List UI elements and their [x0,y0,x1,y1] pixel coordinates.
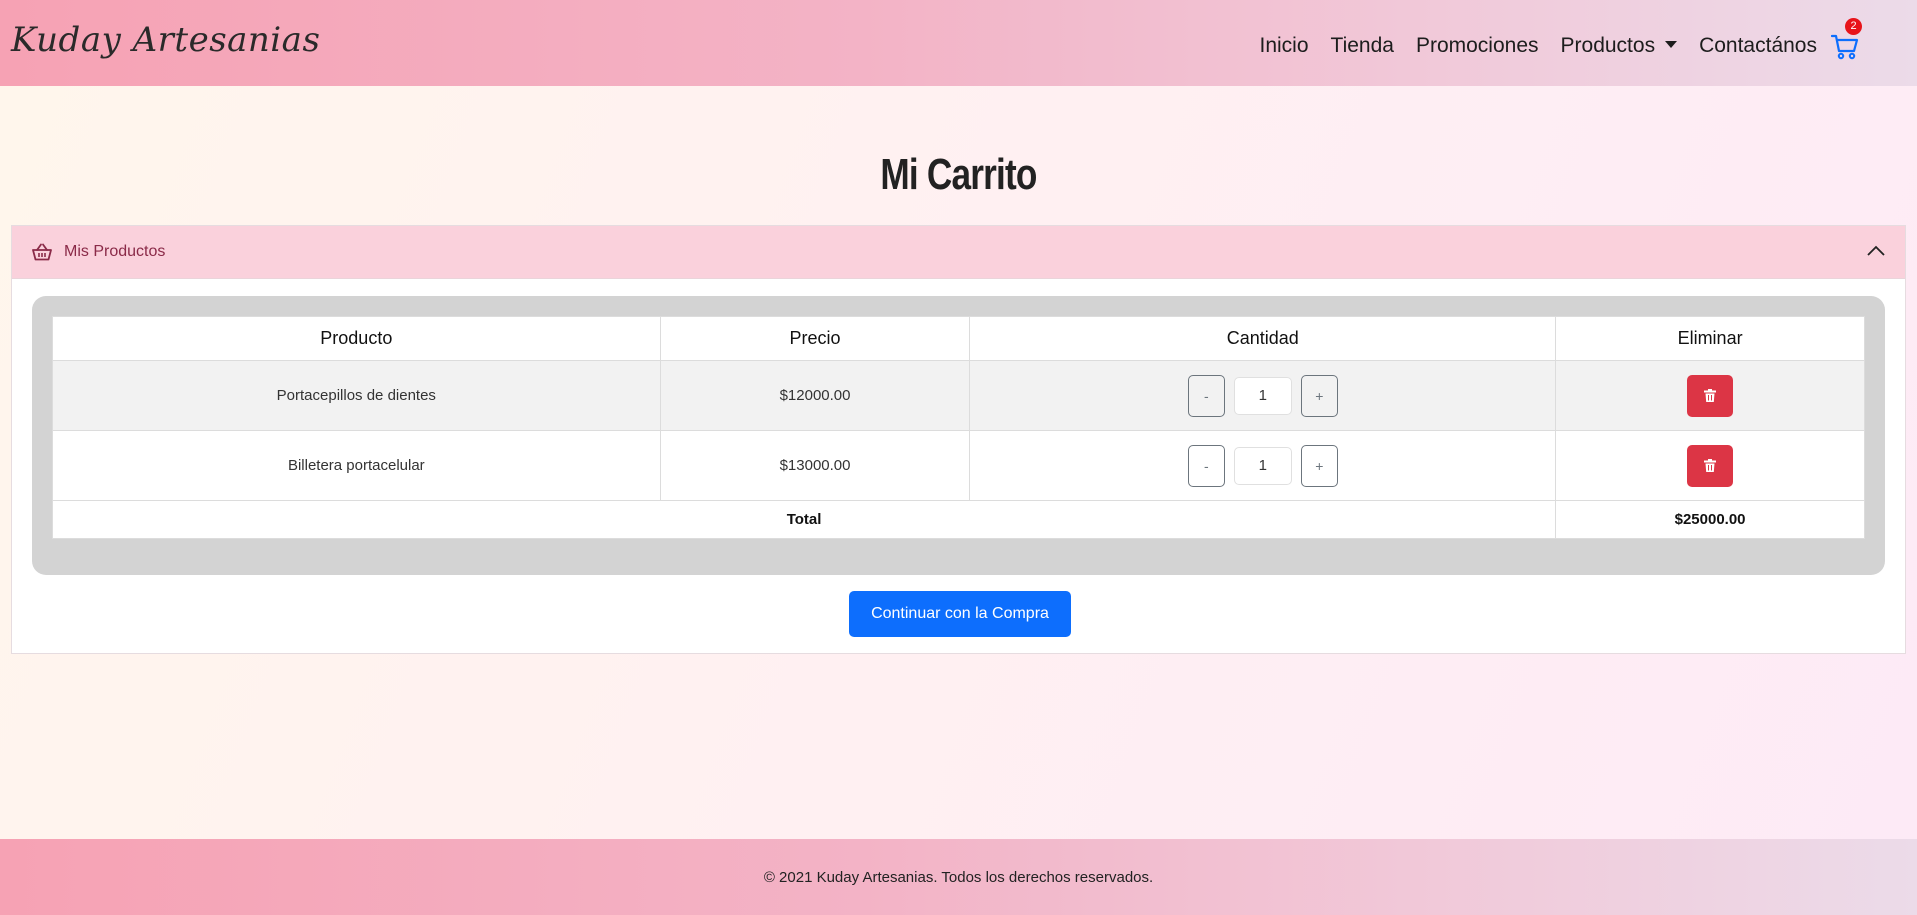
quantity-cell: - + [969,430,1557,501]
delete-cell [1555,360,1865,431]
trash-icon [1704,389,1717,402]
nav-link-promociones[interactable]: Promociones [1416,34,1539,58]
brand-logo[interactable]: Kuday Artesanias [11,20,320,60]
basket-icon [32,243,52,261]
nav-dropdown-productos[interactable]: Productos [1561,34,1678,58]
caret-down-icon [1665,40,1678,48]
quantity-cell: - + [969,360,1557,431]
table-total-row: Total $25000.00 [51,500,1865,539]
total-value: $25000.00 [1555,500,1865,539]
decrease-quantity-button[interactable]: - [1187,444,1225,487]
cart-count-badge: 2 [1845,18,1862,35]
nav-link-contactanos[interactable]: Contactános [1699,34,1817,58]
table-row: Portacepillos de dientes $12000.00 - + [52,360,1865,431]
product-name: Billetera portacelular [52,430,661,501]
total-label: Total [51,500,1557,539]
column-header-producto: Producto [52,316,661,361]
cart-table-container: Producto Precio Cantidad Eliminar Portac… [32,296,1885,575]
quantity-stepper: - + [1187,444,1338,487]
shopping-cart-icon[interactable] [1831,34,1859,60]
trash-icon [1704,459,1717,472]
product-price: $13000.00 [659,430,971,501]
quantity-stepper: - + [1187,374,1338,417]
product-price: $12000.00 [659,360,971,431]
table-row: Billetera portacelular $13000.00 - + [52,430,1865,501]
footer-copyright: © 2021 Kuday Artesanias. Todos los derec… [763,868,1154,886]
accordion-header-toggle[interactable]: Mis Productos [12,226,1905,279]
footer: © 2021 Kuday Artesanias. Todos los derec… [0,839,1917,915]
decrease-quantity-button[interactable]: - [1187,374,1225,417]
column-header-cantidad: Cantidad [969,316,1557,361]
navbar: Kuday Artesanias Inicio Tienda Promocion… [0,0,1917,86]
nav-link-inicio[interactable]: Inicio [1259,34,1308,58]
accordion-title: Mis Productos [64,243,166,260]
nav-link-productos-label: Productos [1560,34,1656,57]
page-title: Mi Carrito [880,150,1037,199]
quantity-input[interactable] [1233,376,1292,415]
product-name: Portacepillos de dientes [52,360,661,431]
column-header-precio: Precio [659,316,971,361]
column-header-eliminar: Eliminar [1555,316,1865,361]
delete-item-button[interactable] [1687,444,1734,487]
cart-table: Producto Precio Cantidad Eliminar Portac… [51,316,1865,539]
increase-quantity-button[interactable]: + [1300,444,1338,487]
increase-quantity-button[interactable]: + [1300,374,1338,417]
delete-item-button[interactable] [1687,374,1734,417]
quantity-input[interactable] [1233,446,1292,485]
cart-accordion: Mis Productos Producto Precio Cantidad E… [11,225,1906,654]
table-header-row: Producto Precio Cantidad Eliminar [52,316,1865,361]
continue-purchase-button[interactable]: Continuar con la Compra [849,591,1071,637]
nav-link-tienda[interactable]: Tienda [1331,34,1394,58]
nav-links: Inicio Tienda Promociones Productos Cont… [1237,34,1817,58]
delete-cell [1555,430,1865,501]
chevron-up-icon[interactable] [1867,244,1885,258]
